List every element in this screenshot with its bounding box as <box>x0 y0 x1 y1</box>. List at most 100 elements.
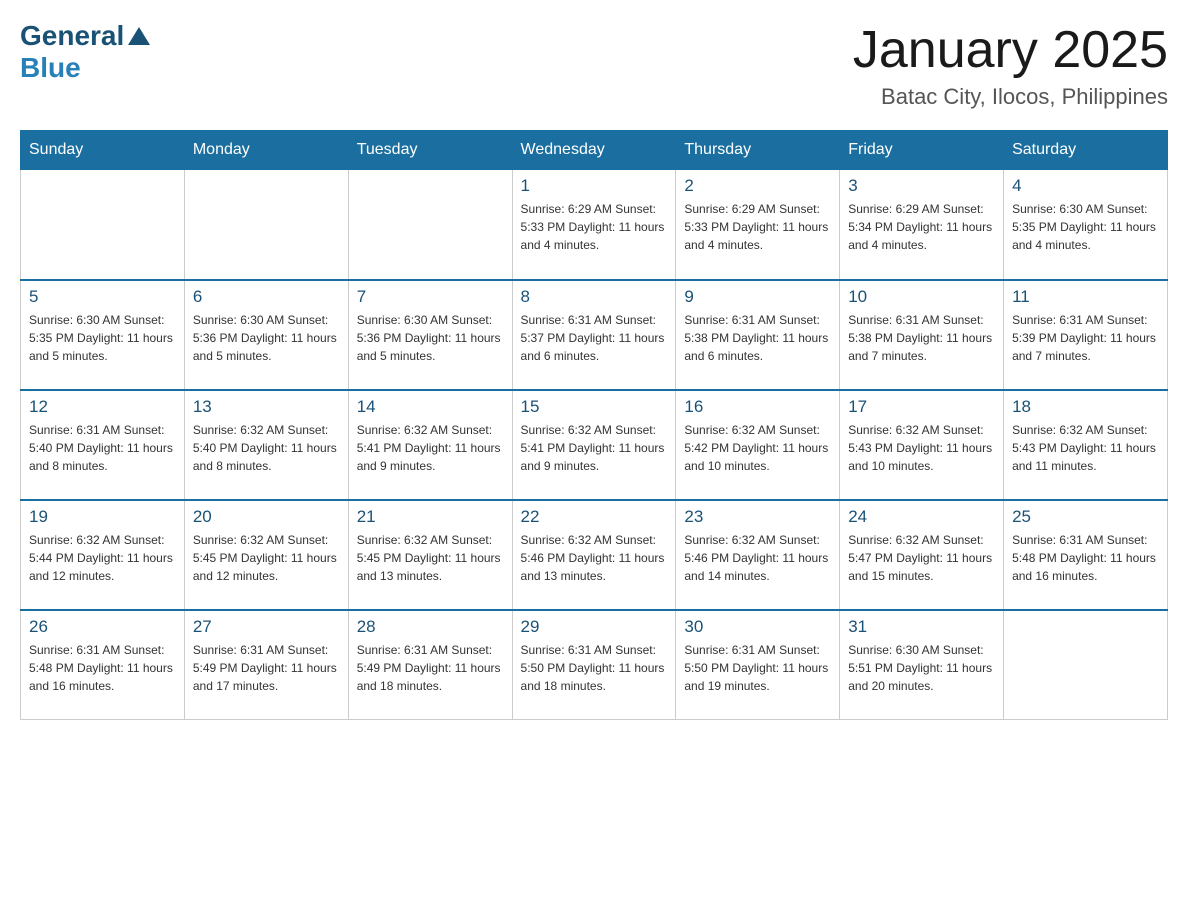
day-info: Sunrise: 6:31 AM Sunset: 5:39 PM Dayligh… <box>1012 311 1159 365</box>
calendar-cell: 28Sunrise: 6:31 AM Sunset: 5:49 PM Dayli… <box>348 610 512 720</box>
day-number: 26 <box>29 617 176 637</box>
logo-blue: Blue <box>20 52 81 84</box>
day-info: Sunrise: 6:29 AM Sunset: 5:33 PM Dayligh… <box>521 200 668 254</box>
day-number: 3 <box>848 176 995 196</box>
calendar-day-header-monday: Monday <box>184 131 348 170</box>
calendar-cell: 12Sunrise: 6:31 AM Sunset: 5:40 PM Dayli… <box>21 390 185 500</box>
calendar-cell: 6Sunrise: 6:30 AM Sunset: 5:36 PM Daylig… <box>184 280 348 390</box>
day-info: Sunrise: 6:32 AM Sunset: 5:44 PM Dayligh… <box>29 531 176 585</box>
calendar-week-row: 12Sunrise: 6:31 AM Sunset: 5:40 PM Dayli… <box>21 390 1168 500</box>
day-info: Sunrise: 6:31 AM Sunset: 5:50 PM Dayligh… <box>684 641 831 695</box>
calendar-cell: 21 Sunrise: 6:32 AM Sunset: 5:45 PM Dayli… <box>348 500 512 610</box>
day-number: 23 <box>684 507 831 527</box>
day-number: 10 <box>848 287 995 307</box>
day-number: 9 <box>684 287 831 307</box>
day-info: Sunrise: 6:29 AM Sunset: 5:33 PM Dayligh… <box>684 200 831 254</box>
calendar-week-row: 26 Sunrise: 6:31 AM Sunset: 5:48 PM Dayli… <box>21 610 1168 720</box>
day-number: 18 <box>1012 397 1159 417</box>
calendar-cell: 16 Sunrise: 6:32 AM Sunset: 5:42 PM Dayli… <box>676 390 840 500</box>
calendar-cell: 29 Sunrise: 6:31 AM Sunset: 5:50 PM Dayli… <box>512 610 676 720</box>
calendar-cell: 8 Sunrise: 6:31 AM Sunset: 5:37 PM Daylig… <box>512 280 676 390</box>
day-number: 14 <box>357 397 504 417</box>
calendar-cell: 23 Sunrise: 6:32 AM Sunset: 5:46 PM Dayli… <box>676 500 840 610</box>
day-number: 22 <box>521 507 668 527</box>
day-info: Sunrise: 6:32 AM Sunset: 5:42 PM Dayligh… <box>684 421 831 475</box>
day-number: 25 <box>1012 507 1159 527</box>
month-title: January 2025 <box>853 20 1168 80</box>
day-info: Sunrise: 6:31 AM Sunset: 5:48 PM Dayligh… <box>29 641 176 695</box>
calendar-day-header-thursday: Thursday <box>676 131 840 170</box>
calendar-cell: 31 Sunrise: 6:30 AM Sunset: 5:51 PM Dayli… <box>840 610 1004 720</box>
day-number: 1 <box>521 176 668 196</box>
calendar-cell: 14 Sunrise: 6:32 AM Sunset: 5:41 PM Dayli… <box>348 390 512 500</box>
calendar-cell: 19 Sunrise: 6:32 AM Sunset: 5:44 PM Dayli… <box>21 500 185 610</box>
day-number: 8 <box>521 287 668 307</box>
calendar-cell: 15 Sunrise: 6:32 AM Sunset: 5:41 PM Dayli… <box>512 390 676 500</box>
day-number: 4 <box>1012 176 1159 196</box>
day-info: Sunrise: 6:32 AM Sunset: 5:41 PM Dayligh… <box>357 421 504 475</box>
calendar-week-row: 1 Sunrise: 6:29 AM Sunset: 5:33 PM Daylig… <box>21 170 1168 280</box>
calendar-cell: 5 Sunrise: 6:30 AM Sunset: 5:35 PM Daylig… <box>21 280 185 390</box>
day-number: 5 <box>29 287 176 307</box>
calendar-day-header-sunday: Sunday <box>21 131 185 170</box>
day-number: 29 <box>521 617 668 637</box>
day-info: Sunrise: 6:30 AM Sunset: 5:36 PM Dayligh… <box>357 311 504 365</box>
day-number: 17 <box>848 397 995 417</box>
calendar-cell: 7Sunrise: 6:30 AM Sunset: 5:36 PM Daylig… <box>348 280 512 390</box>
day-info: Sunrise: 6:31 AM Sunset: 5:37 PM Dayligh… <box>521 311 668 365</box>
calendar-week-row: 19 Sunrise: 6:32 AM Sunset: 5:44 PM Dayli… <box>21 500 1168 610</box>
day-info: Sunrise: 6:31 AM Sunset: 5:49 PM Dayligh… <box>193 641 340 695</box>
day-number: 20 <box>193 507 340 527</box>
logo: General Blue <box>20 20 150 84</box>
logo-triangle-icon <box>128 27 150 45</box>
calendar-cell: 30 Sunrise: 6:31 AM Sunset: 5:50 PM Dayli… <box>676 610 840 720</box>
day-info: Sunrise: 6:32 AM Sunset: 5:41 PM Dayligh… <box>521 421 668 475</box>
calendar-day-header-friday: Friday <box>840 131 1004 170</box>
calendar-cell: 9 Sunrise: 6:31 AM Sunset: 5:38 PM Daylig… <box>676 280 840 390</box>
calendar-cell: 27Sunrise: 6:31 AM Sunset: 5:49 PM Dayli… <box>184 610 348 720</box>
calendar-cell <box>21 170 185 280</box>
day-number: 2 <box>684 176 831 196</box>
day-info: Sunrise: 6:32 AM Sunset: 5:45 PM Dayligh… <box>357 531 504 585</box>
calendar-cell: 25Sunrise: 6:31 AM Sunset: 5:48 PM Dayli… <box>1004 500 1168 610</box>
day-info: Sunrise: 6:31 AM Sunset: 5:50 PM Dayligh… <box>521 641 668 695</box>
calendar-cell: 22 Sunrise: 6:32 AM Sunset: 5:46 PM Dayli… <box>512 500 676 610</box>
page-header: General Blue January 2025 Batac City, Il… <box>20 20 1168 110</box>
day-info: Sunrise: 6:32 AM Sunset: 5:46 PM Dayligh… <box>521 531 668 585</box>
calendar-header-row: SundayMondayTuesdayWednesdayThursdayFrid… <box>21 131 1168 170</box>
day-number: 21 <box>357 507 504 527</box>
day-number: 30 <box>684 617 831 637</box>
day-number: 19 <box>29 507 176 527</box>
day-number: 31 <box>848 617 995 637</box>
day-info: Sunrise: 6:30 AM Sunset: 5:35 PM Dayligh… <box>1012 200 1159 254</box>
location-title: Batac City, Ilocos, Philippines <box>853 84 1168 110</box>
day-number: 6 <box>193 287 340 307</box>
day-info: Sunrise: 6:32 AM Sunset: 5:45 PM Dayligh… <box>193 531 340 585</box>
calendar-cell: 20 Sunrise: 6:32 AM Sunset: 5:45 PM Dayli… <box>184 500 348 610</box>
calendar-cell: 4 Sunrise: 6:30 AM Sunset: 5:35 PM Daylig… <box>1004 170 1168 280</box>
day-number: 28 <box>357 617 504 637</box>
title-area: January 2025 Batac City, Ilocos, Philipp… <box>853 20 1168 110</box>
day-number: 16 <box>684 397 831 417</box>
day-info: Sunrise: 6:32 AM Sunset: 5:46 PM Dayligh… <box>684 531 831 585</box>
calendar-cell: 13Sunrise: 6:32 AM Sunset: 5:40 PM Dayli… <box>184 390 348 500</box>
day-info: Sunrise: 6:30 AM Sunset: 5:35 PM Dayligh… <box>29 311 176 365</box>
calendar-cell: 18 Sunrise: 6:32 AM Sunset: 5:43 PM Dayli… <box>1004 390 1168 500</box>
calendar-cell: 26 Sunrise: 6:31 AM Sunset: 5:48 PM Dayli… <box>21 610 185 720</box>
calendar-cell: 11Sunrise: 6:31 AM Sunset: 5:39 PM Dayli… <box>1004 280 1168 390</box>
calendar-cell: 17Sunrise: 6:32 AM Sunset: 5:43 PM Dayli… <box>840 390 1004 500</box>
day-info: Sunrise: 6:31 AM Sunset: 5:38 PM Dayligh… <box>684 311 831 365</box>
calendar-table: SundayMondayTuesdayWednesdayThursdayFrid… <box>20 130 1168 720</box>
calendar-day-header-saturday: Saturday <box>1004 131 1168 170</box>
calendar-cell: 3Sunrise: 6:29 AM Sunset: 5:34 PM Daylig… <box>840 170 1004 280</box>
calendar-cell <box>348 170 512 280</box>
day-info: Sunrise: 6:32 AM Sunset: 5:47 PM Dayligh… <box>848 531 995 585</box>
day-number: 15 <box>521 397 668 417</box>
day-info: Sunrise: 6:31 AM Sunset: 5:38 PM Dayligh… <box>848 311 995 365</box>
calendar-week-row: 5 Sunrise: 6:30 AM Sunset: 5:35 PM Daylig… <box>21 280 1168 390</box>
day-number: 13 <box>193 397 340 417</box>
day-info: Sunrise: 6:32 AM Sunset: 5:43 PM Dayligh… <box>1012 421 1159 475</box>
day-number: 24 <box>848 507 995 527</box>
day-info: Sunrise: 6:30 AM Sunset: 5:51 PM Dayligh… <box>848 641 995 695</box>
logo-general: General <box>20 20 124 52</box>
